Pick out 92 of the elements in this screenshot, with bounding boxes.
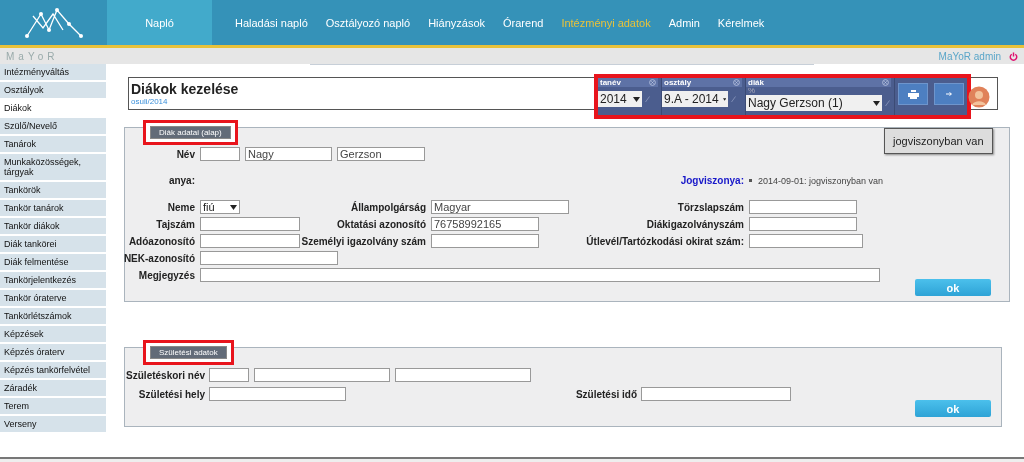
nav-tab[interactable]: Kérelmek	[708, 0, 774, 45]
birth-date-field[interactable]	[641, 387, 791, 401]
sidebar-item[interactable]: Tankörök	[0, 182, 106, 200]
caret-icon	[873, 100, 880, 106]
field-label: Személyi igazolvány szám	[301, 235, 426, 247]
page-title: Diákok kezelése	[131, 81, 239, 97]
sidebar-item[interactable]: Tankör óraterve	[0, 290, 106, 308]
field-label: anya:	[168, 175, 195, 186]
status-entry: 2014-09-01: jogviszonyban van	[749, 175, 884, 186]
sidebar-item[interactable]: Tankörjelentkezés	[0, 272, 106, 290]
sidebar-item[interactable]: Képzés tankörfelvétel	[0, 362, 106, 380]
nav-tab[interactable]: Osztályozó napló	[316, 0, 420, 45]
sidebar-item[interactable]: Záradék	[0, 380, 106, 398]
field-label: Diákigazolványszám	[646, 218, 744, 230]
sidebar-item[interactable]: Képzés óraterv	[0, 344, 106, 362]
check-icon	[885, 99, 890, 107]
sidebar-item[interactable]: Diák felmentése	[0, 254, 106, 272]
next-button[interactable]	[934, 83, 964, 105]
birth-first-name-field[interactable]	[395, 368, 531, 382]
birth-name-prefix-field[interactable]	[209, 368, 249, 382]
status-tooltip: jogviszonyban van	[884, 128, 993, 154]
field-label: Születési idő	[575, 388, 637, 400]
brand-text: MaYoR	[6, 50, 59, 62]
student-card-field[interactable]	[749, 217, 857, 231]
print-button[interactable]	[898, 83, 928, 105]
field-label: Megjegyzés	[138, 269, 195, 281]
first-name-field[interactable]: Gerzson	[337, 147, 425, 161]
sidebar-item[interactable]: Képzések	[0, 326, 106, 344]
bullet-icon	[749, 179, 752, 182]
avatar-icon	[968, 86, 990, 108]
field-label: Oktatási azonosító	[337, 218, 426, 230]
field-label: diák	[748, 78, 764, 87]
passport-field[interactable]	[749, 234, 863, 248]
logo-icon	[22, 5, 85, 40]
page-subtitle: osuli/2014	[131, 97, 168, 106]
sidebar-item[interactable]: Terem	[0, 398, 106, 416]
field-label: Jogviszonya:	[680, 175, 744, 186]
sidebar-item[interactable]: Tankör tanárok	[0, 200, 106, 218]
print-icon	[907, 89, 919, 99]
sidebar-item[interactable]: Osztályok	[0, 82, 106, 100]
field-label: NEK-azonosító	[123, 252, 195, 264]
field-label: Születési hely	[138, 388, 205, 400]
arrow-icon	[946, 92, 952, 96]
year-select[interactable]: 2014	[598, 91, 642, 107]
nav-tab[interactable]: Haladási napló	[226, 0, 317, 45]
caret-icon	[633, 96, 640, 102]
field-label: Törzslapszám	[677, 201, 744, 213]
power-icon[interactable]	[1009, 51, 1018, 61]
sidebar-item[interactable]: Tankörlétszámok	[0, 308, 106, 326]
field-label: Adóazonosító	[128, 235, 195, 247]
birth-place-field[interactable]	[209, 387, 346, 401]
check-icon	[731, 95, 736, 103]
field-label: osztály	[664, 78, 692, 87]
student-select[interactable]: Nagy Gerzson (1)	[746, 95, 882, 111]
field-label: Születéskori név	[126, 369, 205, 381]
field-label: Neme	[167, 201, 195, 213]
education-id-field[interactable]: 76758992165	[431, 217, 539, 231]
sidebar-item[interactable]: Verseny	[0, 416, 106, 434]
close-icon[interactable]	[649, 79, 656, 86]
nav-tab[interactable]: Hiányzások	[419, 0, 495, 45]
nav-tab[interactable]: Órarend	[494, 0, 553, 45]
last-name-field[interactable]: Nagy	[245, 147, 332, 161]
section-legend: Születési adatok	[150, 346, 227, 359]
sidebar-item[interactable]: Munkaközösségek, tárgyak	[0, 154, 106, 182]
sidebar-item[interactable]: Tanárok	[0, 136, 106, 154]
name-prefix-field[interactable]	[200, 147, 240, 161]
field-label: Tajszám	[156, 218, 195, 230]
id-card-field[interactable]	[431, 234, 539, 248]
sidebar-item[interactable]: Szülő/Nevelő	[0, 118, 106, 136]
field-label: tanév	[600, 78, 621, 87]
check-icon	[645, 95, 650, 103]
caret-icon	[230, 204, 237, 210]
section-legend: Diák adatai (alap)	[150, 126, 231, 139]
class-select[interactable]: 9.A - 2014	[662, 91, 728, 107]
nav-tab[interactable]: Admin	[659, 0, 709, 45]
birth-last-name-field[interactable]	[254, 368, 390, 382]
gender-select[interactable]: fiú	[200, 200, 240, 214]
caret-icon	[722, 96, 726, 102]
sidebar-item[interactable]: Diák tankörei	[0, 236, 106, 254]
note-field[interactable]	[200, 268, 880, 282]
tax-id-field[interactable]	[200, 234, 300, 248]
citizenship-field[interactable]: Magyar	[431, 200, 569, 214]
nek-id-field[interactable]	[200, 251, 338, 265]
register-number-field[interactable]	[749, 200, 857, 214]
close-icon[interactable]	[882, 79, 889, 86]
sidebar-item[interactable]: Intézményváltás	[0, 64, 106, 82]
field-label: Név	[176, 148, 195, 160]
sidebar-item[interactable]: Tankör diákok	[0, 218, 106, 236]
field-label: Útlevél/Tartózkodási okirat szám:	[586, 235, 744, 247]
close-icon[interactable]	[733, 79, 740, 86]
taj-number-field[interactable]	[200, 217, 300, 231]
field-label: Állampolgárság	[350, 201, 426, 213]
